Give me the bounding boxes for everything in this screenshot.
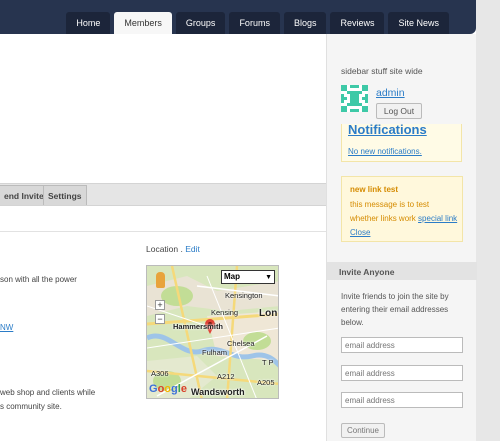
map-label-kensing: Kensing <box>211 308 239 317</box>
zoom-in-button[interactable]: + <box>155 300 165 310</box>
map-label-chelsea: Chelsea <box>227 339 255 348</box>
page-background <box>476 0 500 441</box>
nav-tab-forums[interactable]: Forums <box>229 12 280 34</box>
location-separator: . <box>180 244 183 254</box>
notice-box: new link test this message is to test wh… <box>341 176 463 242</box>
map-label-wandsworth: Wandsworth <box>191 387 245 397</box>
map-label-a205: A205 <box>257 378 275 387</box>
profile-tab-bar: end Invites Settings <box>0 183 326 206</box>
street-view-pegman-icon[interactable] <box>156 272 165 288</box>
invite-description: Invite friends to join the site by enter… <box>341 292 449 327</box>
zoom-out-button[interactable]: − <box>155 314 165 324</box>
main-nav: Home Members Groups Forums Blogs Reviews… <box>66 12 449 34</box>
notifications-title[interactable]: Notifications <box>348 122 427 137</box>
close-link[interactable]: Close <box>350 228 370 237</box>
location-map[interactable]: + − Map ▼ Kensington Lon Hammersmith Ken… <box>146 265 279 399</box>
email-field-2[interactable] <box>341 365 463 381</box>
special-link[interactable]: special link <box>418 214 457 223</box>
map-label-london: Lon <box>259 308 278 319</box>
bio-link[interactable]: NW <box>0 323 13 332</box>
location-label: Location . Edit <box>146 244 200 254</box>
sidebar-title: sidebar stuff site wide <box>341 66 423 76</box>
bio-line-1: son with all the power <box>0 275 77 284</box>
continue-button[interactable]: Continue <box>341 423 385 438</box>
nav-tab-blogs[interactable]: Blogs <box>283 12 327 34</box>
notice-body: this message is to test whether links wo… <box>350 198 458 240</box>
user-name-link[interactable]: admin <box>376 87 405 99</box>
nav-tab-site-news[interactable]: Site News <box>388 12 449 34</box>
invite-title: Invite Anyone <box>339 267 395 277</box>
nav-tab-reviews[interactable]: Reviews <box>330 12 385 34</box>
no-notifications-link[interactable]: No new notifications. <box>348 147 422 156</box>
notice-title: new link test <box>350 185 399 194</box>
email-field-1[interactable] <box>341 337 463 353</box>
location-edit-link[interactable]: Edit <box>185 244 200 254</box>
logout-button[interactable]: Log Out <box>376 103 422 119</box>
map-label-kensington: Kensington <box>225 291 263 300</box>
email-field-3[interactable] <box>341 392 463 408</box>
bio-line-2: web shop and clients while <box>0 388 96 397</box>
sidebar: sidebar stuff site wide admin Log Out No… <box>326 34 477 441</box>
notifications-panel: Notifications No new notifications. <box>341 122 462 162</box>
map-label-fulham: Fulham <box>202 348 228 357</box>
divider <box>0 231 326 232</box>
top-header-bar: Home Members Groups Forums Blogs Reviews… <box>0 0 476 34</box>
invite-header: Invite Anyone <box>327 262 477 280</box>
nav-tab-home[interactable]: Home <box>66 12 111 34</box>
google-logo: Google <box>149 383 187 395</box>
bio-line-3: s community site. <box>0 402 62 411</box>
tab-settings[interactable]: Settings <box>43 185 87 205</box>
avatar <box>341 85 368 112</box>
map-label-a306: A306 <box>151 369 169 378</box>
map-type-select[interactable]: Map ▼ <box>221 270 275 284</box>
nav-tab-groups[interactable]: Groups <box>175 12 226 34</box>
nav-tab-members[interactable]: Members <box>114 12 172 34</box>
map-label-a212: A212 <box>217 372 235 381</box>
location-title: Location <box>146 244 179 254</box>
map-label-tp: T P <box>262 358 274 367</box>
map-label-hammersmith: Hammersmith <box>173 322 224 331</box>
chevron-down-icon: ▼ <box>265 274 272 281</box>
map-type-label: Map <box>224 272 240 281</box>
main-content: end Invites Settings Location . Edit son… <box>0 34 326 441</box>
